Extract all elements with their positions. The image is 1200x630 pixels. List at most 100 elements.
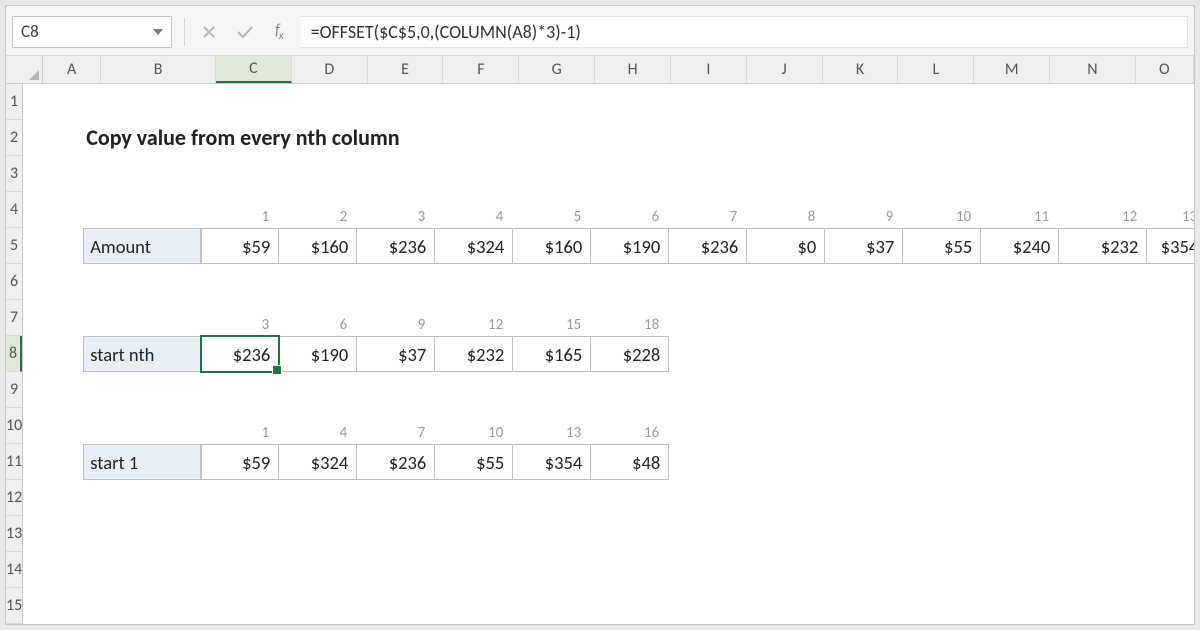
cell[interactable]: [825, 156, 903, 192]
cell[interactable]: [279, 120, 357, 156]
cell[interactable]: [279, 84, 357, 120]
cell[interactable]: [747, 120, 825, 156]
cell[interactable]: [513, 588, 591, 624]
cell[interactable]: 16: [591, 408, 669, 444]
cell[interactable]: [903, 84, 981, 120]
cell[interactable]: [83, 552, 201, 588]
cell[interactable]: [357, 480, 435, 516]
cell[interactable]: [1059, 336, 1147, 372]
row-header-6[interactable]: 6: [6, 264, 22, 300]
cell[interactable]: [1147, 408, 1195, 444]
cell[interactable]: [435, 156, 513, 192]
value-cell[interactable]: $236: [201, 336, 279, 372]
cell[interactable]: [201, 84, 279, 120]
cell[interactable]: [903, 300, 981, 336]
value-cell[interactable]: $55: [903, 228, 981, 264]
value-cell[interactable]: $190: [279, 336, 357, 372]
cell[interactable]: [669, 408, 747, 444]
cell[interactable]: [513, 552, 591, 588]
value-cell[interactable]: $354: [1147, 228, 1195, 264]
cell[interactable]: [279, 552, 357, 588]
cell[interactable]: [1147, 336, 1195, 372]
cell[interactable]: [23, 300, 83, 336]
cell[interactable]: 3: [357, 192, 435, 228]
cell[interactable]: [1059, 120, 1147, 156]
cell[interactable]: [513, 156, 591, 192]
cells-area[interactable]: Copy value from every nth column12345678…: [23, 84, 1195, 624]
cell[interactable]: [747, 264, 825, 300]
cell[interactable]: [981, 156, 1059, 192]
cell[interactable]: [201, 156, 279, 192]
cell[interactable]: [435, 120, 513, 156]
value-cell[interactable]: $236: [669, 228, 747, 264]
cell[interactable]: start nth: [83, 336, 201, 372]
cell[interactable]: 2: [279, 192, 357, 228]
cell[interactable]: 15: [513, 300, 591, 336]
cell[interactable]: $324: [435, 228, 513, 264]
cell[interactable]: [435, 84, 513, 120]
column-header-K[interactable]: K: [823, 56, 899, 83]
select-all-corner[interactable]: [6, 56, 43, 83]
cell[interactable]: [23, 336, 83, 372]
cell[interactable]: [825, 264, 903, 300]
cell[interactable]: [435, 588, 513, 624]
cell[interactable]: $160: [513, 228, 591, 264]
cell[interactable]: [201, 588, 279, 624]
cell[interactable]: 1: [201, 192, 279, 228]
cell[interactable]: [513, 84, 591, 120]
cell[interactable]: [825, 552, 903, 588]
cell[interactable]: [1059, 516, 1147, 552]
cell[interactable]: [981, 444, 1059, 480]
cell[interactable]: [591, 552, 669, 588]
cell[interactable]: [1147, 300, 1195, 336]
cell[interactable]: $236: [357, 228, 435, 264]
cell[interactable]: [1059, 84, 1147, 120]
cell[interactable]: 3: [201, 300, 279, 336]
cell[interactable]: [23, 192, 83, 228]
value-cell[interactable]: $37: [357, 336, 435, 372]
value-cell[interactable]: $48: [591, 444, 669, 480]
cell[interactable]: 13: [1147, 192, 1195, 228]
cell[interactable]: [747, 372, 825, 408]
cell[interactable]: start 1: [83, 444, 201, 480]
value-cell[interactable]: $232: [1059, 228, 1147, 264]
cell[interactable]: [981, 264, 1059, 300]
cell[interactable]: [83, 264, 201, 300]
cell[interactable]: [83, 192, 201, 228]
cell[interactable]: [591, 120, 669, 156]
cell[interactable]: [747, 588, 825, 624]
cell[interactable]: [981, 480, 1059, 516]
cell[interactable]: [435, 480, 513, 516]
cell[interactable]: [83, 408, 201, 444]
row-header-1[interactable]: 1: [6, 84, 22, 120]
value-cell[interactable]: $160: [513, 228, 591, 264]
cell[interactable]: [591, 588, 669, 624]
cell[interactable]: [903, 336, 981, 372]
cell[interactable]: [747, 516, 825, 552]
cell[interactable]: [83, 588, 201, 624]
column-header-J[interactable]: J: [747, 56, 823, 83]
cell[interactable]: [981, 552, 1059, 588]
cell[interactable]: [83, 300, 201, 336]
column-header-F[interactable]: F: [443, 56, 519, 83]
value-cell[interactable]: $236: [357, 228, 435, 264]
cell[interactable]: [825, 444, 903, 480]
cell[interactable]: [669, 552, 747, 588]
check-icon[interactable]: [233, 20, 257, 44]
row-header-10[interactable]: 10: [6, 408, 22, 444]
cell[interactable]: [279, 588, 357, 624]
cell[interactable]: [279, 480, 357, 516]
cell[interactable]: [903, 588, 981, 624]
cell[interactable]: [591, 156, 669, 192]
column-header-M[interactable]: M: [974, 56, 1050, 83]
cell[interactable]: $236: [669, 228, 747, 264]
cell[interactable]: [669, 588, 747, 624]
value-cell[interactable]: $160: [279, 228, 357, 264]
row-header-9[interactable]: 9: [6, 372, 22, 408]
cell[interactable]: [1059, 444, 1147, 480]
cell[interactable]: [1147, 120, 1195, 156]
value-cell[interactable]: $240: [981, 228, 1059, 264]
cell[interactable]: [825, 372, 903, 408]
name-box[interactable]: C8: [12, 16, 172, 48]
cell[interactable]: [669, 156, 747, 192]
